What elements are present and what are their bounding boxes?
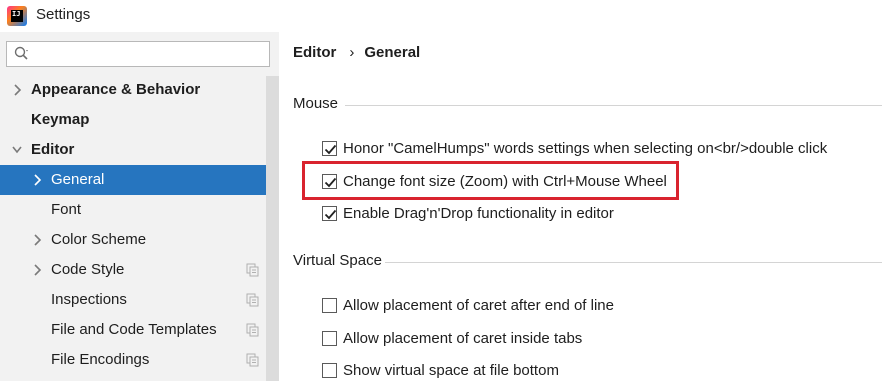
sidebar-item-label: Font <box>51 201 82 218</box>
chevron-down-icon[interactable] <box>12 144 22 156</box>
sidebar-item-keymap[interactable]: Keymap <box>0 105 266 135</box>
project-scope-icon <box>246 323 259 337</box>
sidebar-item-label: General <box>51 171 105 188</box>
highlight-annotation <box>302 161 679 200</box>
sidebar-item-font[interactable]: Font <box>0 195 266 225</box>
search-icon[interactable] <box>14 46 30 62</box>
checkmark-icon <box>324 209 337 219</box>
sidebar-item-label: Keymap <box>31 111 90 128</box>
virtual-space-group-title: Virtual Space <box>293 252 382 269</box>
option-label: Honor "CamelHumps" words settings when s… <box>343 139 828 157</box>
option-label: Allow placement of caret after end of li… <box>343 296 614 314</box>
sidebar-item-file-and-code-templates[interactable]: File and Code Templates <box>0 315 266 345</box>
virtual-space-group-divider <box>385 262 882 263</box>
project-scope-icon <box>246 353 259 367</box>
project-scope-icon <box>246 293 259 307</box>
sidebar-item-color-scheme[interactable]: Color Scheme <box>0 225 266 255</box>
breadcrumb-parent[interactable]: Editor <box>293 44 336 61</box>
search-box[interactable] <box>6 41 270 67</box>
option-label: Show virtual space at file bottom <box>343 361 559 379</box>
sidebar-item-general[interactable]: General <box>0 165 266 195</box>
title-bar: IJ Settings <box>0 0 882 32</box>
chevron-right-icon[interactable] <box>32 234 42 246</box>
mouse-option-1[interactable]: Honor "CamelHumps" words settings when s… <box>322 137 827 159</box>
mouse-group-divider <box>345 105 882 106</box>
checkbox-unchecked[interactable] <box>322 330 337 346</box>
settings-sidebar: Appearance & Behavior Keymap Editor General… <box>0 32 279 381</box>
breadcrumb: Editor › General <box>293 44 420 61</box>
sidebar-item-label: Inspections <box>51 291 127 308</box>
breadcrumb-current: General <box>364 44 421 61</box>
option-label: Allow placement of caret inside tabs <box>343 329 583 347</box>
settings-window: IJ Settings Appearance & Behavior Keymap E… <box>0 0 882 381</box>
sidebar-item-label: Editor <box>31 141 75 158</box>
sidebar-item-label: Appearance & Behavior <box>31 81 201 98</box>
sidebar-item-label: File Encodings <box>51 351 150 368</box>
search-input[interactable] <box>37 45 269 65</box>
sidebar-item-file-encodings[interactable]: File Encodings <box>0 345 266 375</box>
checkbox-checked[interactable] <box>322 205 337 221</box>
checkbox-checked[interactable] <box>322 140 337 156</box>
breadcrumb-separator: › <box>349 44 355 61</box>
sidebar-item-label: Color Scheme <box>51 231 147 248</box>
mouse-group-title: Mouse <box>293 95 339 112</box>
intellij-app-icon: IJ <box>7 6 27 26</box>
mouse-option-3[interactable]: Enable Drag'n'Drop functionality in edit… <box>322 202 614 224</box>
chevron-right-icon[interactable] <box>32 264 42 276</box>
virtual-space-option-2[interactable]: Allow placement of caret inside tabs <box>322 327 582 349</box>
sidebar-item-inspections[interactable]: Inspections <box>0 285 266 315</box>
sidebar-item-editor[interactable]: Editor <box>0 135 266 165</box>
sidebar-item-code-style[interactable]: Code Style <box>0 255 266 285</box>
checkbox-unchecked[interactable] <box>322 362 337 378</box>
sidebar-item-label: Code Style <box>51 261 125 278</box>
checkmark-icon <box>324 144 337 154</box>
sidebar-scrollbar[interactable] <box>266 76 279 381</box>
checkbox-unchecked[interactable] <box>322 297 337 313</box>
window-title: Settings <box>36 6 91 23</box>
sidebar-item-appearance-behavior[interactable]: Appearance & Behavior <box>0 75 266 105</box>
project-scope-icon <box>246 263 259 277</box>
chevron-right-icon[interactable] <box>12 84 22 96</box>
option-label: Enable Drag'n'Drop functionality in edit… <box>343 204 614 222</box>
chevron-right-icon[interactable] <box>32 174 42 186</box>
virtual-space-option-1[interactable]: Allow placement of caret after end of li… <box>322 294 614 316</box>
virtual-space-option-3[interactable]: Show virtual space at file bottom <box>322 359 559 381</box>
sidebar-item-label: File and Code Templates <box>51 321 217 338</box>
